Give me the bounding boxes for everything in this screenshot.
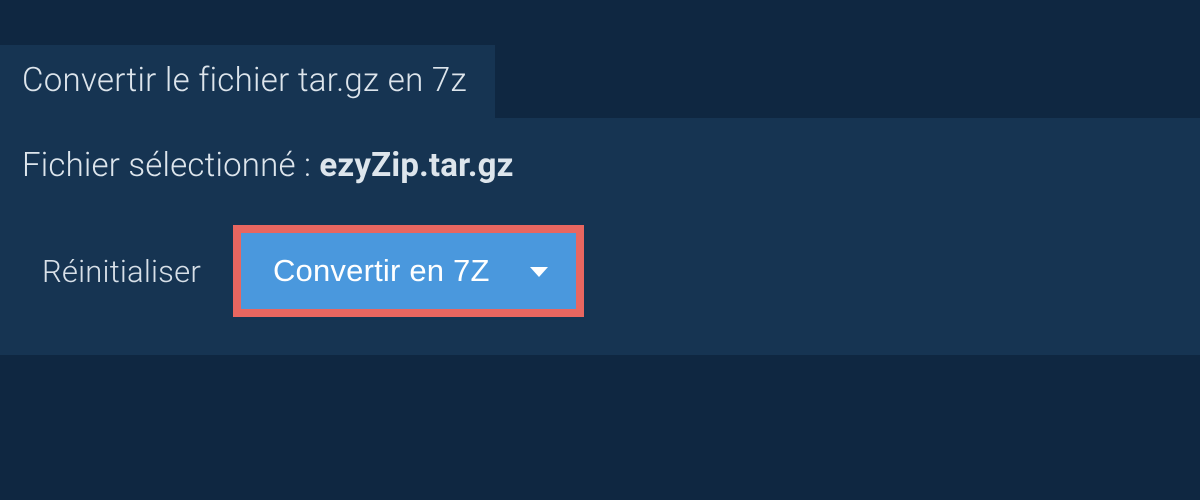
convert-button-label: Convertir en 7Z bbox=[273, 253, 490, 289]
main-container: Convertir le fichier tar.gz en 7z Fichie… bbox=[0, 0, 1200, 355]
file-selected-filename: ezyZip.tar.gz bbox=[319, 146, 513, 185]
caret-down-icon bbox=[530, 267, 548, 277]
file-selected-text: Fichier sélectionné : ezyZip.tar.gz bbox=[22, 146, 1178, 185]
convert-button-highlight: Convertir en 7Z bbox=[233, 225, 584, 317]
file-selected-label: Fichier sélectionné : bbox=[22, 146, 319, 185]
reset-button[interactable]: Réinitialiser bbox=[42, 253, 201, 290]
page-title-tab: Convertir le fichier tar.gz en 7z bbox=[0, 45, 495, 118]
page-title: Convertir le fichier tar.gz en 7z bbox=[22, 61, 467, 100]
content-area: Fichier sélectionné : ezyZip.tar.gz Réin… bbox=[0, 118, 1200, 355]
button-row: Réinitialiser Convertir en 7Z bbox=[22, 225, 1178, 317]
convert-button[interactable]: Convertir en 7Z bbox=[241, 233, 576, 309]
